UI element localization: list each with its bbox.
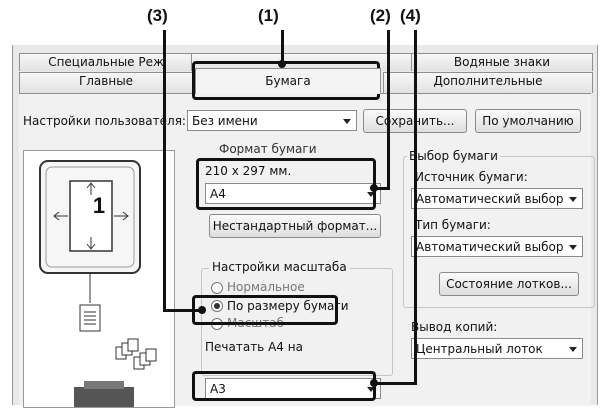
chevron-down-icon bbox=[367, 192, 375, 197]
paper-type-select[interactable]: Автоматический выбор bbox=[411, 236, 583, 257]
print-on-label: Печатать A4 на bbox=[205, 340, 303, 354]
chevron-down-icon bbox=[569, 347, 577, 352]
leader-line-4-vertical bbox=[414, 30, 417, 385]
output-tray-select[interactable]: Центральный лоток bbox=[411, 338, 583, 359]
scaling-normal-radio[interactable] bbox=[211, 282, 223, 294]
paper-select-group-label: Выбор бумаги bbox=[407, 149, 500, 163]
leader-dot-2 bbox=[370, 184, 378, 192]
callout-3: (3) bbox=[147, 6, 168, 25]
tab-advanced-label: Дополнительные bbox=[433, 74, 543, 88]
scaling-zoom-radio[interactable] bbox=[211, 318, 223, 330]
scaling-zoom-label: Масштаб bbox=[227, 316, 285, 330]
paper-type-value: Автоматический выбор bbox=[416, 240, 564, 254]
default-settings-button[interactable]: По умолчанию bbox=[475, 109, 581, 133]
scaling-group-label: Настройки масштаба bbox=[209, 260, 350, 274]
print-on-select[interactable]: A3 bbox=[205, 378, 381, 399]
paper-type-label: Тип бумаги: bbox=[415, 218, 491, 232]
leader-dot-4 bbox=[370, 379, 378, 387]
user-settings-value: Без имени bbox=[192, 114, 258, 128]
chevron-down-icon bbox=[343, 119, 351, 124]
output-tray-label: Вывод копий: bbox=[411, 320, 498, 334]
scaling-normal-label: Нормальное bbox=[227, 280, 305, 294]
fit-to-paper-radio[interactable] bbox=[211, 300, 223, 312]
paper-dimensions-text: 210 x 297 мм. bbox=[205, 164, 292, 178]
tab-paper[interactable]: Бумага bbox=[195, 68, 381, 94]
preview-page-number: 1 bbox=[92, 193, 106, 218]
chevron-down-icon bbox=[569, 245, 577, 250]
paper-size-value: A4 bbox=[210, 187, 226, 201]
user-settings-select[interactable]: Без имени bbox=[187, 110, 357, 131]
leader-dot-3 bbox=[198, 306, 206, 314]
tab-main-label: Главные bbox=[78, 74, 134, 88]
fit-to-paper-label: По размеру бумаги bbox=[227, 299, 349, 313]
paper-source-label: Источник бумаги: bbox=[415, 170, 528, 184]
leader-line-4-horizontal bbox=[372, 382, 417, 385]
custom-paper-size-button[interactable]: Нестандартный формат... bbox=[209, 214, 381, 238]
leader-line-3-horizontal bbox=[163, 309, 203, 312]
tab-watermarks-label: Водяные знаки bbox=[453, 55, 551, 69]
leader-line-2-vertical bbox=[387, 30, 390, 190]
paper-size-group-label: Формат бумаги bbox=[219, 142, 317, 156]
leader-line-1 bbox=[281, 30, 284, 64]
paper-tab-panel: Настройки пользователя: Без имени Сохран… bbox=[19, 93, 595, 408]
tab-main[interactable]: Главные bbox=[19, 72, 193, 93]
output-tray-value: Центральный лоток bbox=[416, 342, 543, 356]
callout-2: (2) bbox=[370, 6, 391, 25]
chevron-down-icon bbox=[569, 197, 577, 202]
callout-1: (1) bbox=[258, 6, 279, 25]
preview-illustration bbox=[39, 160, 157, 407]
paper-source-select[interactable]: Автоматический выбор bbox=[411, 188, 583, 209]
tab-watermarks[interactable]: Водяные знаки bbox=[411, 53, 593, 71]
tray-status-button[interactable]: Состояние лотков... bbox=[439, 272, 579, 296]
tab-special-modes[interactable]: Специальные Реж bbox=[19, 53, 193, 71]
tab-special-modes-label: Специальные Реж bbox=[48, 55, 164, 69]
leader-dot-1 bbox=[278, 60, 286, 68]
print-properties-dialog: Специальные Реж Водяные знаки Главные Бу… bbox=[12, 45, 598, 408]
callout-4: (4) bbox=[400, 6, 421, 25]
paper-size-select[interactable]: A4 bbox=[205, 183, 381, 204]
preview-panel: 1 bbox=[23, 150, 175, 408]
leader-line-3-vertical bbox=[163, 30, 166, 312]
tab-paper-label: Бумага bbox=[265, 74, 311, 88]
left-edge-mask bbox=[390, 150, 411, 360]
user-settings-label: Настройки пользователя: bbox=[23, 114, 186, 128]
paper-source-value: Автоматический выбор bbox=[416, 192, 564, 206]
chevron-down-icon bbox=[367, 387, 375, 392]
print-on-value: A3 bbox=[210, 382, 226, 396]
